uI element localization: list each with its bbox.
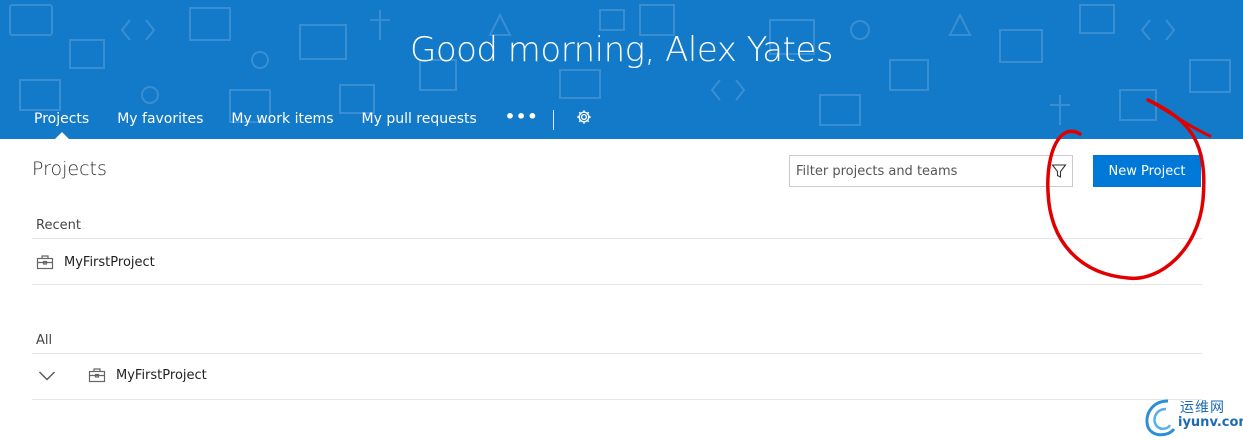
filter-funnel-icon[interactable] — [1046, 156, 1072, 186]
new-project-button[interactable]: New Project — [1093, 155, 1201, 187]
tab-my-pull-requests[interactable]: My pull requests — [348, 104, 491, 139]
divider — [32, 238, 1202, 239]
section-label-recent: Recent — [36, 218, 81, 233]
tab-my-work-items[interactable]: My work items — [217, 104, 347, 139]
hub-navigation: Projects My favorites My work items My p… — [20, 104, 606, 139]
list-item-recent-project[interactable]: MyFirstProject — [36, 254, 155, 270]
filter-field — [789, 155, 1073, 187]
project-name: MyFirstProject — [64, 254, 155, 270]
tab-projects[interactable]: Projects — [20, 104, 103, 139]
list-item-all-project[interactable]: MyFirstProject — [88, 367, 207, 383]
briefcase-icon — [36, 254, 54, 270]
divider — [32, 284, 1202, 285]
filter-input[interactable] — [790, 156, 1046, 186]
ellipsis-icon[interactable]: ••• — [491, 104, 553, 126]
tab-my-favorites[interactable]: My favorites — [103, 104, 217, 139]
page-title: Projects — [32, 158, 107, 180]
divider — [32, 353, 1202, 354]
watermark-url: iyunv.com — [1178, 415, 1243, 430]
header-banner: Good morning, Alex Yates Projects My fav… — [0, 0, 1243, 139]
chevron-down-icon[interactable] — [38, 367, 56, 386]
nav-divider — [552, 110, 554, 130]
project-name: MyFirstProject — [116, 367, 207, 383]
gear-icon[interactable] — [562, 104, 606, 129]
greeting-heading: Good morning, Alex Yates — [409, 30, 834, 70]
section-label-all: All — [36, 333, 53, 348]
briefcase-icon — [88, 367, 106, 383]
watermark-text: 运维网 — [1180, 400, 1225, 416]
divider — [32, 399, 1202, 400]
watermark-logo: 运维网 iyunv.com — [1138, 393, 1243, 440]
